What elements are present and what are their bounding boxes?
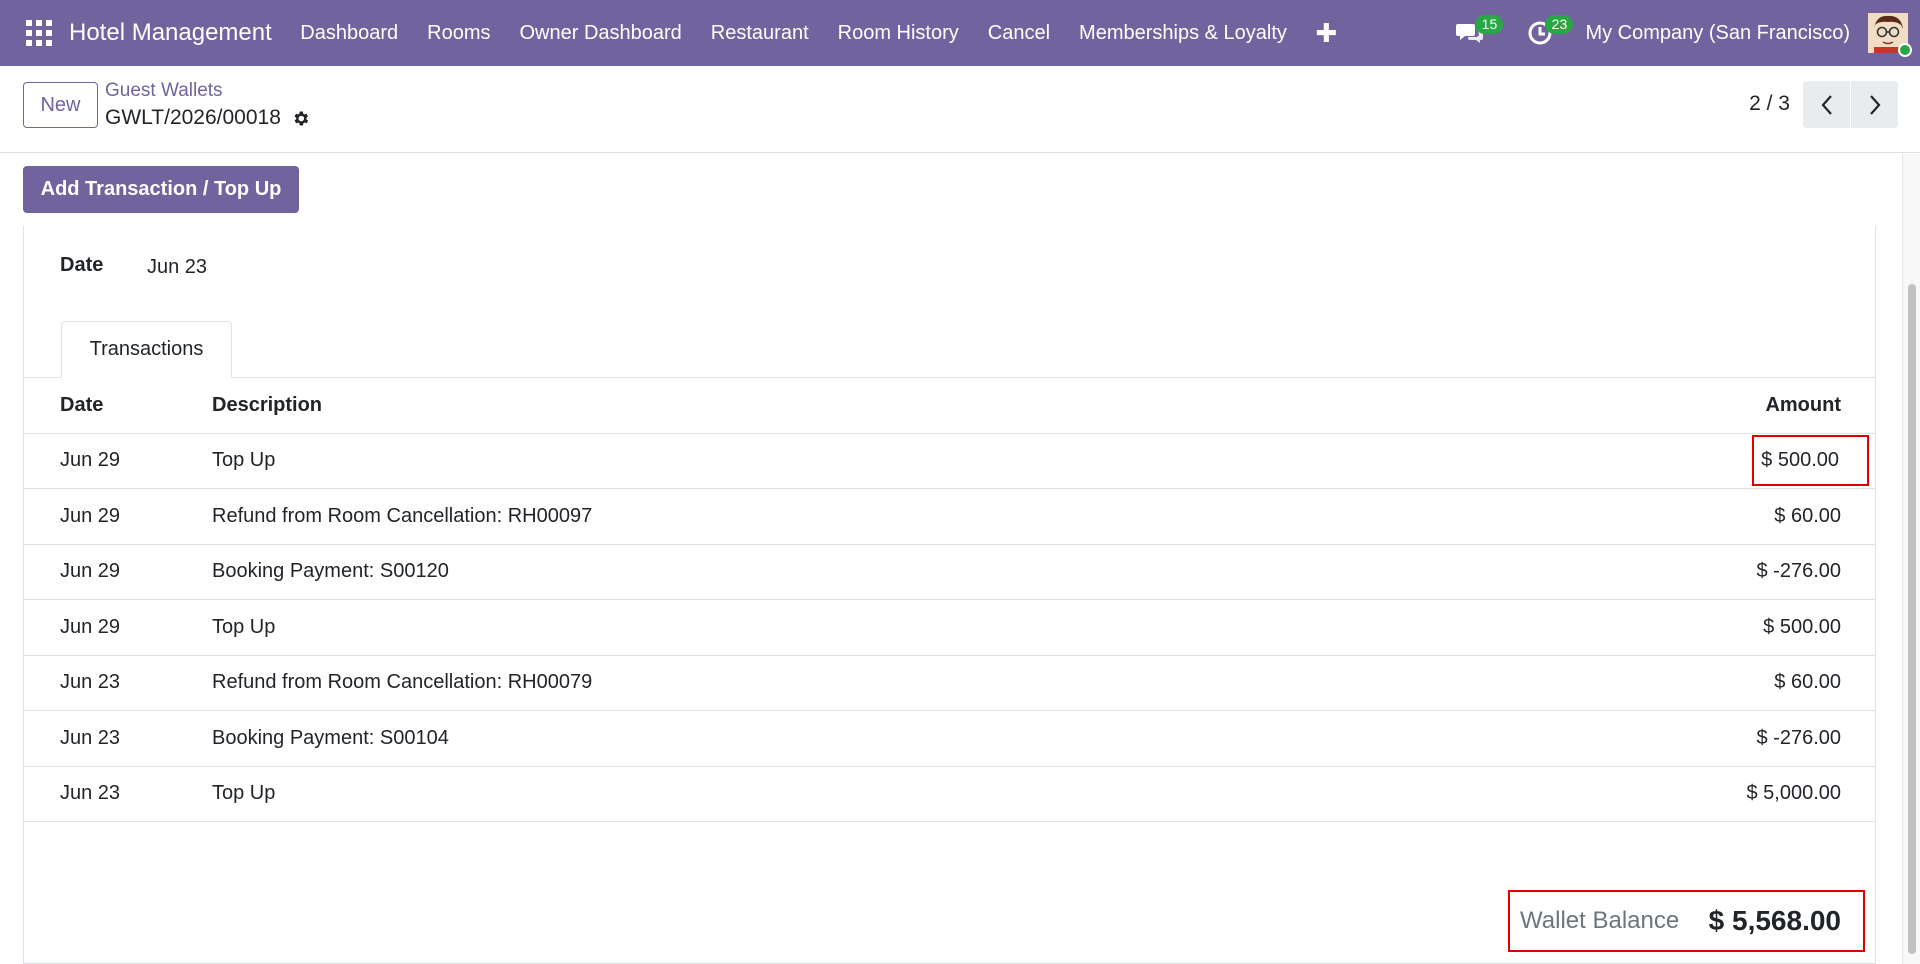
- company-switcher[interactable]: My Company (San Francisco): [1585, 22, 1850, 45]
- cell-date: Jun 23: [24, 710, 212, 767]
- cell-amount: $ 60.00: [1453, 655, 1876, 711]
- tab-transactions[interactable]: Transactions: [61, 321, 232, 378]
- pager-value[interactable]: 2 / 3: [1749, 92, 1790, 116]
- cell-description: Booking Payment: S00120: [212, 544, 1454, 600]
- app-brand[interactable]: Hotel Management: [69, 19, 272, 47]
- menu-item-owner-dashboard[interactable]: Owner Dashboard: [505, 0, 696, 66]
- add-transaction-button[interactable]: Add Transaction / Top Up: [23, 166, 299, 213]
- menu-item-memberships-loyalty[interactable]: Memberships & Loyalty: [1065, 0, 1302, 66]
- chevron-left-icon: [1821, 94, 1832, 115]
- column-header-amount[interactable]: Amount: [1453, 378, 1876, 434]
- apps-grid-icon[interactable]: [20, 0, 58, 66]
- avatar[interactable]: [1868, 13, 1912, 57]
- table-row[interactable]: Jun 23 Top Up $ 5,000.00: [24, 766, 1876, 822]
- pager-buttons: [1803, 81, 1898, 128]
- cell-amount: $ -276.00: [1453, 710, 1876, 767]
- cell-description: Top Up: [212, 766, 1454, 822]
- pager-previous-button[interactable]: [1803, 81, 1850, 128]
- cell-description: Refund from Room Cancellation: RH00079: [212, 655, 1454, 711]
- cell-date: Jun 23: [24, 655, 212, 711]
- menu-item-room-history[interactable]: Room History: [823, 0, 973, 66]
- cell-date: Jun 23: [24, 766, 212, 822]
- gear-icon[interactable]: [291, 109, 310, 128]
- date-field-value[interactable]: Jun 23: [147, 256, 207, 279]
- top-navbar: Hotel Management Dashboard Rooms Owner D…: [0, 0, 1920, 66]
- transactions-table: Date Description Amount Jun 29 Top Up $ …: [24, 378, 1876, 822]
- page-scrollbar[interactable]: [1902, 154, 1920, 964]
- table-header-row: Date Description Amount: [24, 378, 1876, 434]
- activities-count-badge: 23: [1545, 15, 1574, 34]
- main-menu: Dashboard Rooms Owner Dashboard Restaura…: [286, 0, 1351, 66]
- wallet-balance-box: Wallet Balance $ 5,568.00: [1508, 890, 1865, 952]
- cell-date: Jun 29: [24, 599, 212, 656]
- activities-button[interactable]: 23: [1505, 0, 1575, 66]
- cell-description: Top Up: [212, 433, 1454, 489]
- table-row[interactable]: Jun 29 Refund from Room Cancellation: RH…: [24, 488, 1876, 545]
- new-button[interactable]: New: [23, 82, 98, 128]
- table-row[interactable]: Jun 23 Booking Payment: S00104 $ -276.00: [24, 710, 1876, 767]
- chevron-right-icon: [1869, 94, 1880, 115]
- online-status-indicator: [1898, 43, 1912, 57]
- table-row[interactable]: Jun 29 Booking Payment: S00120 $ -276.00: [24, 544, 1876, 600]
- cell-amount: $ 60.00: [1453, 488, 1876, 545]
- table-row[interactable]: Jun 29 Top Up $ 500.00: [24, 433, 1876, 489]
- record-name: GWLT/2026/00018: [105, 106, 281, 129]
- cell-amount: $ 500.00: [1453, 599, 1876, 656]
- wallet-balance-value: $ 5,568.00: [1708, 905, 1841, 936]
- table-row[interactable]: Jun 29 Top Up $ 500.00: [24, 599, 1876, 656]
- pager-next-button[interactable]: [1851, 81, 1898, 128]
- menu-item-restaurant[interactable]: Restaurant: [696, 0, 823, 66]
- cell-description: Top Up: [212, 599, 1454, 656]
- messages-count-badge: 15: [1475, 15, 1504, 34]
- form-view: Add Transaction / Top Up Date Jun 23 Tra…: [0, 154, 1920, 964]
- navbar-systray: 15 23 My Company (San Francisco): [1435, 0, 1920, 66]
- cell-amount-highlighted: $ 500.00: [1752, 435, 1869, 487]
- scrollbar-thumb[interactable]: [1908, 284, 1916, 954]
- cell-date: Jun 29: [24, 488, 212, 545]
- cell-description: Refund from Room Cancellation: RH00097: [212, 488, 1454, 545]
- column-header-description[interactable]: Description: [212, 378, 1454, 434]
- plus-icon[interactable]: ✚: [1301, 0, 1351, 66]
- wallet-balance-label: Wallet Balance: [1520, 907, 1680, 934]
- cell-amount-cell: $ 500.00: [1453, 433, 1876, 489]
- cell-description: Booking Payment: S00104: [212, 710, 1454, 767]
- menu-item-rooms[interactable]: Rooms: [413, 0, 505, 66]
- menu-item-dashboard[interactable]: Dashboard: [286, 0, 413, 66]
- column-header-date[interactable]: Date: [24, 378, 212, 434]
- date-field-label: Date: [60, 254, 104, 276]
- cell-date: Jun 29: [24, 433, 212, 489]
- messages-button[interactable]: 15: [1435, 0, 1505, 66]
- table-row[interactable]: Jun 23 Refund from Room Cancellation: RH…: [24, 655, 1876, 711]
- menu-item-cancel[interactable]: Cancel: [973, 0, 1064, 66]
- cell-amount: $ -276.00: [1453, 544, 1876, 600]
- form-sheet: Date Jun 23 Transactions Date Descriptio…: [23, 226, 1876, 964]
- cell-amount: $ 5,000.00: [1453, 766, 1876, 822]
- breadcrumb-guest-wallets[interactable]: Guest Wallets: [105, 80, 223, 102]
- record-title: GWLT/2026/00018: [105, 106, 310, 130]
- control-panel: New Guest Wallets GWLT/2026/00018 2 / 3: [0, 66, 1920, 153]
- cell-date: Jun 29: [24, 544, 212, 600]
